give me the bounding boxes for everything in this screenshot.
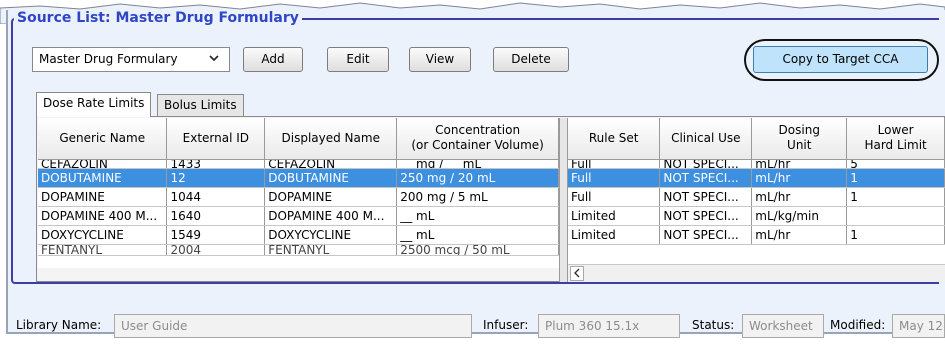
- table-cell: DOXYCYCLINE: [38, 225, 168, 245]
- table-cell: DOBUTAMINE: [38, 168, 168, 188]
- horizontal-scrollbar[interactable]: [568, 264, 945, 282]
- table-cell: DOBUTAMINE: [264, 168, 398, 188]
- table-row[interactable]: Full NOT SPECI... mL/hr 1: [568, 187, 945, 207]
- table-cell: mL/hr: [751, 168, 848, 188]
- table-cell: NOT SPECI...: [659, 168, 753, 188]
- copy-to-target-button[interactable]: Copy to Target CCA: [753, 46, 928, 73]
- column-header[interactable]: Displayed Name: [264, 118, 398, 160]
- table-row[interactable]: Full NOT SPECI... mL/hr 1: [568, 168, 945, 188]
- table-cell: 12: [166, 168, 266, 188]
- table-cell: 1: [846, 168, 945, 188]
- table-cell: DOPAMINE 400 M...: [264, 206, 398, 226]
- status-field: Worksheet: [742, 314, 824, 338]
- table-cell: Limited: [568, 225, 661, 245]
- table-cell: DOXYCYCLINE: [264, 225, 398, 245]
- table-cell: __ mL: [396, 206, 559, 226]
- table-cell: NOT SPECI...: [659, 206, 753, 226]
- table-row[interactable]: DOPAMINE 400 M... 1640 DOPAMINE 400 M... __…: [38, 206, 559, 226]
- table-cell: NOT SPECI...: [659, 187, 753, 207]
- table-cell: 2500 mcg / 50 mL: [396, 244, 559, 256]
- table-row[interactable]: Full NOT SPECI... mL/hr 5: [568, 159, 945, 169]
- table-cell: 1044: [166, 187, 266, 207]
- delete-button[interactable]: Delete: [493, 47, 569, 72]
- add-button[interactable]: Add: [243, 47, 303, 72]
- table-cell: 1: [846, 187, 945, 207]
- table-row[interactable]: CEFAZOLIN 1433 CEFAZOLIN __ mg / __ mL: [38, 159, 559, 169]
- column-header[interactable]: Rule Set: [568, 118, 661, 160]
- tab-bolus-limits[interactable]: Bolus Limits: [157, 94, 244, 117]
- table-cell: __ mg / __ mL: [396, 159, 559, 169]
- library-selector-value: Master Drug Formulary: [39, 52, 178, 66]
- chevron-down-icon: [209, 51, 219, 68]
- table-cell: mL/hr: [751, 159, 848, 169]
- table-cell: FENTANYL: [38, 244, 168, 256]
- table-cell: Full: [568, 168, 661, 188]
- table-row[interactable]: FENTANYL 2004 FENTANYL 2500 mcg / 50 mL: [38, 244, 559, 256]
- view-button[interactable]: View: [409, 47, 471, 72]
- infuser-label: Infuser:: [483, 318, 529, 332]
- modified-label: Modified:: [830, 318, 886, 332]
- table-cell: 1549: [166, 225, 266, 245]
- drug-list-table: Generic Name External ID Displayed Name Con…: [38, 118, 559, 268]
- table-cell: 200 mg / 5 mL: [396, 187, 559, 207]
- table-row[interactable]: DOBUTAMINE 12 DOBUTAMINE 250 mg / 20 mL: [38, 168, 559, 188]
- table-cell: 250 mg / 20 mL: [396, 168, 559, 188]
- table-cell: 1433: [166, 159, 266, 169]
- library-name-label: Library Name:: [16, 318, 102, 332]
- modified-field: May 12: [892, 314, 945, 338]
- table-cell: mL/hr: [751, 225, 848, 245]
- table-cell: CEFAZOLIN: [38, 159, 168, 169]
- table-cell: Full: [568, 159, 661, 169]
- tab-dose-rate-limits[interactable]: Dose Rate Limits: [36, 92, 152, 117]
- table-cell: 5: [846, 159, 945, 169]
- rules-table: Rule Set Clinical Use Dosing Unit Lower Hard …: [568, 118, 945, 264]
- table-cell: [846, 206, 945, 226]
- table-cell: NOT SPECI...: [659, 159, 753, 169]
- column-header[interactable]: External ID: [166, 118, 266, 160]
- infuser-field: Plum 360 15.1x: [538, 314, 680, 338]
- column-header[interactable]: Lower Hard Limit: [846, 118, 945, 160]
- table-cell: DOPAMINE: [264, 187, 398, 207]
- table-row[interactable]: Limited NOT SPECI... mL/kg/min: [568, 206, 945, 226]
- source-list-title: Source List: Master Drug Formulary: [14, 10, 302, 26]
- table-cell: mL/kg/min: [751, 206, 848, 226]
- table-row[interactable]: DOPAMINE 1044 DOPAMINE 200 mg / 5 mL: [38, 187, 559, 207]
- table-cell: Limited: [568, 206, 661, 226]
- table-cell: CEFAZOLIN: [264, 159, 398, 169]
- column-header[interactable]: Generic Name: [38, 118, 168, 160]
- table-row[interactable]: Limited NOT SPECI... mL/hr 1: [568, 225, 945, 245]
- column-header[interactable]: Clinical Use: [659, 118, 753, 160]
- table-cell: 1640: [166, 206, 266, 226]
- table-cell: mL/hr: [751, 187, 848, 207]
- column-header[interactable]: Dosing Unit: [751, 118, 848, 160]
- table-splitter[interactable]: [559, 118, 568, 282]
- column-header[interactable]: Concentration (or Container Volume): [396, 118, 559, 160]
- table-row[interactable]: DOXYCYCLINE 1549 DOXYCYCLINE __ mL: [38, 225, 559, 245]
- table-cell: DOPAMINE 400 M...: [38, 206, 168, 226]
- library-name-field: User Guide: [114, 314, 472, 338]
- status-label: Status:: [692, 318, 735, 332]
- table-cell: Full: [568, 187, 661, 207]
- table-cell: NOT SPECI...: [659, 225, 753, 245]
- status-bar: Library Name: User Guide Infuser: Plum 3…: [8, 312, 945, 340]
- edit-button[interactable]: Edit: [327, 47, 389, 72]
- library-selector[interactable]: Master Drug Formulary: [32, 47, 230, 72]
- table-cell: __ mL: [396, 225, 559, 245]
- table-cell: FENTANYL: [264, 244, 398, 256]
- table-cell: 2004: [166, 244, 266, 256]
- table-cell: DOPAMINE: [38, 187, 168, 207]
- arrow-left-icon[interactable]: [570, 266, 584, 281]
- table-cell: 1: [846, 225, 945, 245]
